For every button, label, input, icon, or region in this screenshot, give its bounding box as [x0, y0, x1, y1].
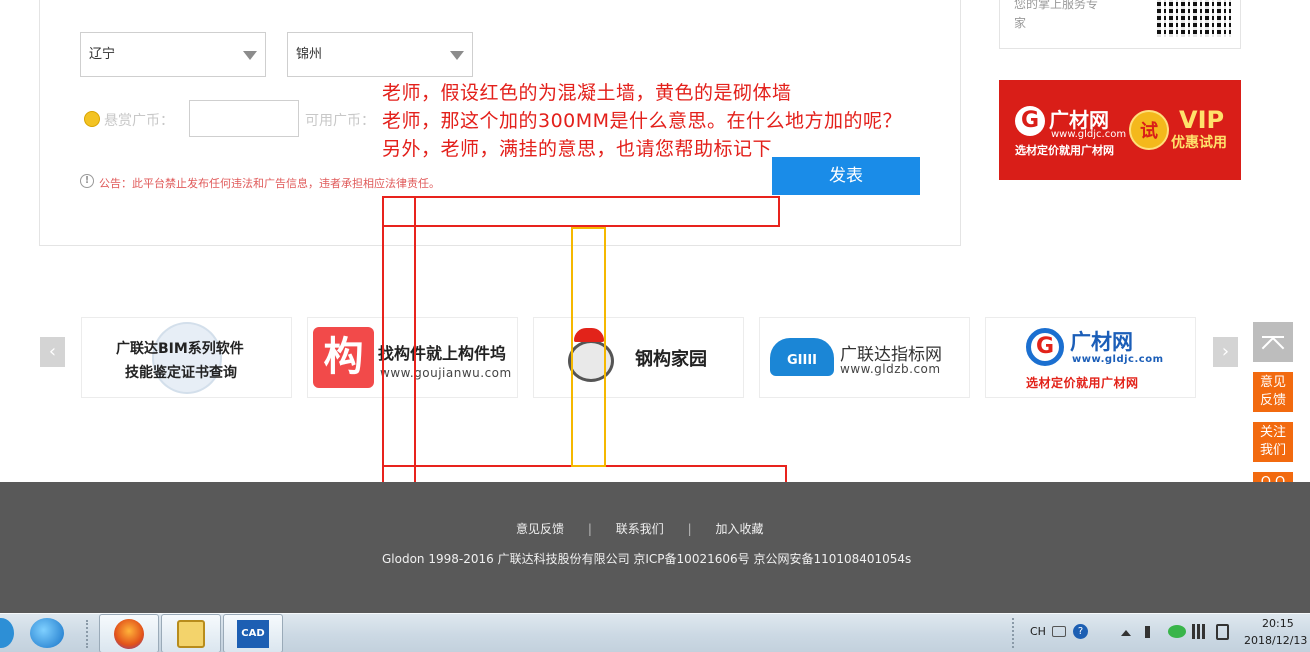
reward-label: 悬赏广币：: [104, 113, 174, 129]
card-gldjc-title: 广材网: [1070, 330, 1133, 354]
feedback-button[interactable]: 意见 反馈: [1253, 372, 1293, 412]
firefox-icon: [114, 619, 144, 649]
annotation-line-2: 老师，那这个加的300MM是什么意思。在什么地方加的呢？: [382, 110, 903, 132]
clock-date[interactable]: 2018/12/13: [1244, 634, 1307, 647]
tray-gripper: [1012, 618, 1018, 648]
yellow-masonry-wall: [571, 227, 606, 467]
red-wall-top: [382, 196, 780, 227]
wechat-icon[interactable]: [1168, 625, 1186, 638]
carousel-next-button[interactable]: ›: [1213, 337, 1238, 367]
coin-icon: [84, 111, 100, 127]
gldjc-vip-ad[interactable]: G 广材网 www.gldjc.com 选材定价就用广材网 试 VIP 优惠试用: [999, 80, 1241, 180]
language-indicator[interactable]: CH: [1030, 625, 1046, 638]
help-icon[interactable]: ?: [1073, 624, 1088, 639]
cad-icon: CAD: [237, 620, 269, 648]
card-gldjc-url: www.gldjc.com: [1072, 354, 1164, 365]
clock-time[interactable]: 20:15: [1262, 617, 1294, 630]
tray-expand-icon[interactable]: [1121, 630, 1131, 636]
annotation-line-3: 另外，老师，满挂的意思，也请您帮助标记下: [382, 138, 773, 160]
keyboard-icon[interactable]: [1052, 626, 1066, 637]
taskbar-cad[interactable]: CAD: [223, 614, 283, 652]
follow-label-1: 关注: [1259, 425, 1286, 440]
card-bim-line2: 技能鉴定证书查询: [125, 365, 237, 381]
partner-card-bim[interactable]: 广联达BIM系列软件 技能鉴定证书查询: [81, 317, 292, 398]
follow-us-button[interactable]: 关注 我们: [1253, 422, 1293, 462]
card-bim-line1: 广联达BIM系列软件: [116, 341, 244, 357]
chevron-down-icon: [450, 51, 464, 60]
signal-icon[interactable]: [1192, 624, 1208, 639]
card-gangjiayuan-title: 钢构家园: [635, 349, 707, 370]
province-value: 辽宁: [89, 47, 116, 62]
annotation-line-1: 老师，假设红色的为混凝土墙，黄色的是砌体墙: [382, 82, 792, 104]
partner-card-gldjc[interactable]: G 广材网 www.gldjc.com 选材定价就用广材网: [985, 317, 1196, 398]
footer-link-contact[interactable]: 联系我们: [616, 522, 664, 536]
feedback-label-2: 反馈: [1259, 393, 1286, 408]
footer-separator: |: [687, 522, 692, 536]
publish-button[interactable]: 发表: [772, 157, 920, 195]
cloud-chart-icon: GIIII: [770, 338, 834, 376]
partner-card-gldzb[interactable]: GIIII 广联达指标网 www.gldzb.com: [759, 317, 970, 398]
notice-text: 公告：此平台禁止发布任何违法和广告信息，违者承担相应法律责任。: [99, 177, 440, 190]
seal-icon: [152, 322, 222, 394]
trial-badge: 试: [1129, 110, 1169, 150]
city-select[interactable]: 锦州: [287, 32, 473, 77]
feedback-label-1: 意见: [1259, 375, 1286, 390]
footer-links: 意见反馈 | 联系我们 | 加入收藏: [516, 520, 763, 537]
ad-vip: VIP: [1179, 106, 1225, 134]
service-text-line2: 家: [1014, 16, 1027, 30]
volume-icon[interactable]: [1145, 626, 1155, 638]
card-gldzb-url: www.gldzb.com: [840, 362, 941, 376]
ad-site: www.gldjc.com: [1051, 129, 1127, 140]
city-value: 锦州: [296, 47, 323, 62]
reward-input[interactable]: [189, 100, 299, 137]
follow-label-2: 我们: [1259, 443, 1286, 458]
gldjc-logo-icon: G: [1026, 328, 1064, 366]
taskbar-notepad[interactable]: [161, 614, 221, 652]
partner-card-gangjiayuan[interactable]: 钢构家园: [533, 317, 744, 398]
available-coins-label: 可用广币：: [305, 113, 375, 129]
browser-icon[interactable]: [30, 618, 64, 648]
chevron-up-icon: [1261, 336, 1285, 360]
footer-separator: |: [587, 522, 592, 536]
red-wall-left: [382, 196, 416, 488]
footer-link-favorite[interactable]: 加入收藏: [715, 522, 763, 536]
back-to-top-button[interactable]: [1253, 322, 1293, 362]
carousel-prev-button[interactable]: ‹: [40, 337, 65, 367]
qr-code-icon: [1157, 0, 1231, 37]
windows-taskbar: CAD CH ? 20:15 2018/12/13: [0, 613, 1310, 652]
gldjc-logo-icon: G: [1015, 106, 1045, 136]
footer-link-feedback[interactable]: 意见反馈: [516, 522, 564, 536]
page: 辽宁 锦州 悬赏广币： 可用广币： ! 公告：此平台禁止发布任何违法和广告信息，…: [0, 0, 1310, 652]
notepad-icon: [177, 620, 205, 648]
footer-copyright: Glodon 1998-2016 广联达科技股份有限公司 京ICP备100216…: [382, 552, 912, 566]
warning-icon: !: [80, 174, 94, 188]
province-select[interactable]: 辽宁: [80, 32, 266, 77]
chevron-down-icon: [243, 51, 257, 60]
taskbar-firefox[interactable]: [99, 614, 159, 652]
start-button[interactable]: [0, 618, 14, 648]
clipboard-icon[interactable]: [1216, 624, 1229, 640]
ad-vip-sub: 优惠试用: [1171, 135, 1227, 151]
goujianwu-logo-icon: 构: [313, 327, 374, 388]
site-footer: 意见反馈 | 联系我们 | 加入收藏 Glodon 1998-2016 广联达科…: [0, 482, 1310, 613]
taskbar-gripper: [86, 620, 92, 648]
ad-slogan: 选材定价就用广材网: [1015, 144, 1114, 157]
service-text-line1: 您的掌上服务专: [1014, 0, 1099, 11]
card-gldjc-slogan: 选材定价就用广材网: [1026, 376, 1139, 390]
